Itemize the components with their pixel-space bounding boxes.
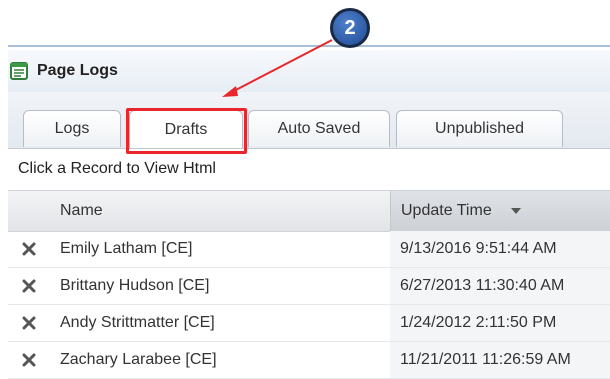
- name-cell[interactable]: Andy Strittmatter [CE]: [8, 305, 390, 341]
- row-name: Emily Latham [CE]: [60, 240, 193, 257]
- tab-unpublished[interactable]: Unpublished: [396, 110, 563, 147]
- time-cell[interactable]: 11/21/2011 11:26:59 AM: [390, 342, 610, 378]
- column-header-name[interactable]: Name: [60, 202, 103, 220]
- row-update-time: 9/13/2016 9:51:44 AM: [400, 240, 557, 257]
- row-update-time: 11/21/2011 11:26:59 AM: [400, 351, 571, 368]
- row-update-time: 1/24/2012 2:11:50 PM: [400, 314, 557, 331]
- tab-logs[interactable]: Logs: [23, 110, 121, 147]
- name-cell[interactable]: Brittany Hudson [CE]: [8, 268, 390, 304]
- row-name: Brittany Hudson [CE]: [60, 277, 210, 294]
- tab-unpublished-label: Unpublished: [435, 120, 524, 137]
- page-logs-icon: [10, 62, 28, 80]
- delete-x-icon[interactable]: [22, 279, 36, 293]
- table-row[interactable]: Emily Latham [CE] 9/13/2016 9:51:44 AM: [8, 231, 610, 268]
- delete-x-icon[interactable]: [22, 242, 36, 256]
- name-cell[interactable]: Zachary Larabee [CE]: [8, 342, 390, 378]
- column-header-update-time[interactable]: Update Time: [390, 191, 610, 231]
- tab-strip: Logs Drafts Auto Saved Unpublished: [8, 92, 610, 149]
- table-row[interactable]: Brittany Hudson [CE] 6/27/2013 11:30:40 …: [8, 268, 610, 305]
- tab-logs-label: Logs: [54, 120, 90, 137]
- instruction-text: Click a Record to View Html: [18, 160, 216, 177]
- step-number: 2: [344, 16, 356, 39]
- tab-auto-saved-label: Auto Saved: [277, 120, 361, 137]
- name-cell[interactable]: Emily Latham [CE]: [8, 231, 390, 267]
- column-header-update-time-label: Update Time: [401, 202, 492, 219]
- row-update-time: 6/27/2013 11:30:40 AM: [400, 277, 565, 294]
- delete-x-icon[interactable]: [22, 316, 36, 330]
- delete-x-icon[interactable]: [22, 353, 36, 367]
- table-row[interactable]: Zachary Larabee [CE] 11/21/2011 11:26:59…: [8, 342, 610, 379]
- panel-header: Page Logs: [8, 50, 610, 92]
- panel-title: Page Logs: [37, 62, 118, 79]
- time-cell[interactable]: 9/13/2016 9:51:44 AM: [390, 231, 610, 267]
- row-name: Andy Strittmatter [CE]: [60, 314, 215, 331]
- top-divider: [8, 45, 610, 47]
- time-cell[interactable]: 1/24/2012 2:11:50 PM: [390, 305, 610, 341]
- grid-header: Name Update Time: [8, 190, 610, 232]
- time-cell[interactable]: 6/27/2013 11:30:40 AM: [390, 268, 610, 304]
- grid-rows: Emily Latham [CE] 9/13/2016 9:51:44 AM B…: [8, 231, 610, 379]
- drafts-tab-highlight-box: [126, 108, 247, 154]
- row-name: Zachary Larabee [CE]: [60, 351, 217, 368]
- tab-auto-saved[interactable]: Auto Saved: [248, 110, 390, 147]
- sort-descending-icon[interactable]: [511, 208, 521, 214]
- table-row[interactable]: Andy Strittmatter [CE] 1/24/2012 2:11:50…: [8, 305, 610, 342]
- step-callout-badge: 2: [330, 8, 370, 48]
